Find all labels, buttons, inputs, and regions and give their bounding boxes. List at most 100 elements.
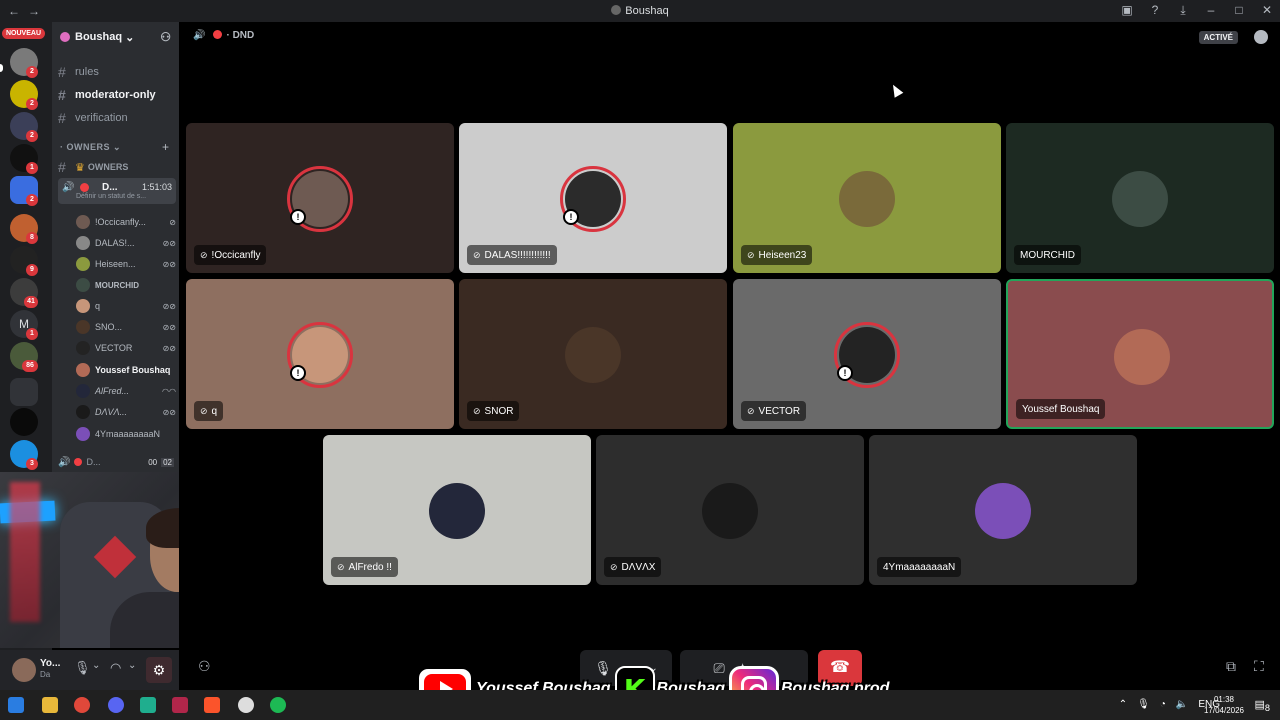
participant-tile[interactable]: ⊘ SNOR [459, 279, 727, 429]
avatar [76, 278, 90, 292]
folder-icon[interactable] [10, 378, 38, 406]
chevron-down-icon[interactable]: ⌄ [92, 660, 100, 671]
member-row[interactable]: Heiseen... ⊘⊘ [76, 255, 176, 273]
channel-moderator-only[interactable]: # moderator-only [58, 85, 174, 105]
member-row[interactable]: DΛVΛ... ⊘⊘ [76, 403, 176, 421]
channel-rules[interactable]: # rules [58, 62, 174, 82]
participant-tile[interactable]: Youssef Boushaq [1006, 279, 1274, 429]
discord-icon[interactable] [108, 697, 124, 713]
app-icon[interactable] [140, 697, 156, 713]
server-header[interactable]: Boushaq ⌄ ⚇ [52, 22, 179, 52]
volume-icon[interactable]: 🔈 [1176, 699, 1188, 710]
participant-name-tag: MOURCHID [1014, 245, 1081, 265]
participant-tile[interactable]: ! ⊘ !Occicanfly [186, 123, 454, 273]
popout-icon[interactable]: ⧉ [1226, 658, 1236, 675]
participant-tile[interactable]: ! ⊘ q [186, 279, 454, 429]
server-avatar-11[interactable] [10, 408, 38, 436]
voice-timer: 1:51:03 [141, 182, 172, 192]
mouse-cursor [888, 82, 904, 98]
server-badge-4: 1 [26, 162, 38, 174]
microphone-icon[interactable]: 🎙 [1137, 699, 1150, 710]
member-name: Youssef Boushaq [95, 365, 171, 375]
avatar [429, 483, 485, 539]
inbox-icon[interactable]: ▣ [1120, 3, 1134, 18]
member-row[interactable]: DALAS!... ⊘⊘ [76, 234, 176, 252]
participant-tile[interactable]: ! ⊘ VECTOR [733, 279, 1001, 429]
brave-icon[interactable] [204, 697, 220, 713]
member-name: SNO... [95, 322, 123, 332]
headset-icon[interactable]: ◠ [110, 660, 121, 676]
avatar[interactable] [12, 658, 36, 682]
member-row[interactable]: VECTOR ⊘⊘ [76, 339, 176, 357]
chrome-icon[interactable] [74, 697, 90, 713]
maximize-button[interactable]: □ [1232, 3, 1246, 18]
participant-tile[interactable]: 4YmaaaaaaaaN [869, 435, 1137, 585]
chat-icon[interactable] [1254, 30, 1268, 44]
avatar [76, 405, 90, 419]
mute-icon: ⊘ [747, 249, 755, 260]
obs-icon[interactable] [238, 697, 254, 713]
close-button[interactable]: ✕ [1260, 3, 1274, 18]
participant-tile[interactable]: ⊘ AlFredo !! [323, 435, 591, 585]
participant-tile[interactable]: ! ⊘ DALAS!!!!!!!!!!!! [459, 123, 727, 273]
windows-start-icon[interactable] [8, 697, 24, 713]
server-badge-7: 9 [26, 264, 38, 276]
channel-label: rules [75, 66, 99, 78]
download-icon[interactable]: ⤓ [1176, 3, 1190, 18]
participant-name: VECTOR [758, 405, 801, 417]
warning-icon: ! [290, 209, 306, 225]
file-explorer-icon[interactable] [42, 697, 58, 713]
member-row[interactable]: MOURCHID [76, 276, 176, 294]
avatar [76, 341, 90, 355]
voice-channel-name: D... [102, 182, 118, 193]
participant-name: Heiseen23 [758, 249, 807, 261]
voice-channel-2[interactable]: 🔊 D... 00 02 [58, 452, 174, 472]
member-row[interactable]: !Occicanfly... ⊘ [76, 213, 176, 231]
network-icon[interactable]: ◔ [1160, 699, 1166, 710]
member-row[interactable]: q ⊘⊘ [76, 297, 176, 315]
minimize-button[interactable]: – [1204, 3, 1218, 18]
voice-channel-active[interactable]: 🔊 D... 1:51:03 Définir un statut de s... [58, 178, 176, 204]
microphone-icon[interactable]: 🎙 [74, 660, 91, 676]
chevron-up-icon[interactable]: ⌃ [1119, 699, 1127, 710]
gear-icon[interactable]: ⚙ [146, 657, 172, 683]
avatar [839, 171, 895, 227]
participant-name: DΛVΛX [621, 561, 656, 573]
invite-icon[interactable]: ⚇ [198, 658, 211, 675]
participant-name-tag: 4YmaaaaaaaaN [877, 557, 962, 577]
member-row[interactable]: SNO... ⊘⊘ [76, 318, 176, 336]
chevron-down-icon: ⌄ [125, 31, 135, 44]
chevron-down-icon[interactable]: ⌄ [128, 660, 136, 671]
spotify-icon[interactable] [270, 697, 286, 713]
server-icon [611, 5, 622, 15]
voice-stage: 🔊 · DND ACTIVÉ ! ⊘ !Occicanfly! ⊘ DALAS!!!!!!… [179, 22, 1280, 690]
participant-name: q [211, 405, 218, 417]
member-row-self[interactable]: Youssef Boushaq [76, 361, 176, 379]
category-owners[interactable]: · OWNERS ⌄ [60, 142, 121, 153]
member-row[interactable]: 4YmaaaaaaaaN [76, 425, 176, 443]
mute-icon: ⊘⊘ [162, 259, 176, 269]
help-icon[interactable]: ? [1148, 3, 1162, 18]
participant-tile[interactable]: ⊘ Heiseen23 [733, 123, 1001, 273]
add-channel-icon[interactable]: + [162, 140, 169, 154]
activity-badge[interactable]: ACTIVÉ [1198, 31, 1238, 44]
mute-icon: ⊘ [337, 561, 345, 572]
channel-verification[interactable]: # verification [58, 108, 174, 128]
channel-owners[interactable]: # ♛ OWNERS [58, 157, 174, 177]
notifications-icon[interactable]: ▤8 [1255, 698, 1271, 713]
warning-icon: ! [290, 365, 306, 381]
clock[interactable]: 01:38 17/04/2026 [1204, 694, 1244, 716]
deafen-icon: ◠◠ [162, 386, 176, 396]
hash-icon: # [58, 87, 66, 103]
fullscreen-icon[interactable]: ⛶ [1254, 658, 1264, 675]
participant-name-tag: ⊘ SNOR [467, 401, 520, 421]
avatar [76, 363, 90, 377]
member-row[interactable]: AlFred... ◠◠ [76, 382, 176, 400]
add-user-icon[interactable]: ⚇ [160, 30, 171, 44]
member-name: 4YmaaaaaaaaN [95, 429, 161, 439]
adobe-icon[interactable] [172, 697, 188, 713]
participant-tile[interactable]: ⊘ DΛVΛX [596, 435, 864, 585]
custom-status[interactable]: Définir un statut de s... [76, 193, 146, 200]
participant-name: Youssef Boushaq [1022, 403, 1100, 415]
participant-tile[interactable]: MOURCHID [1006, 123, 1274, 273]
